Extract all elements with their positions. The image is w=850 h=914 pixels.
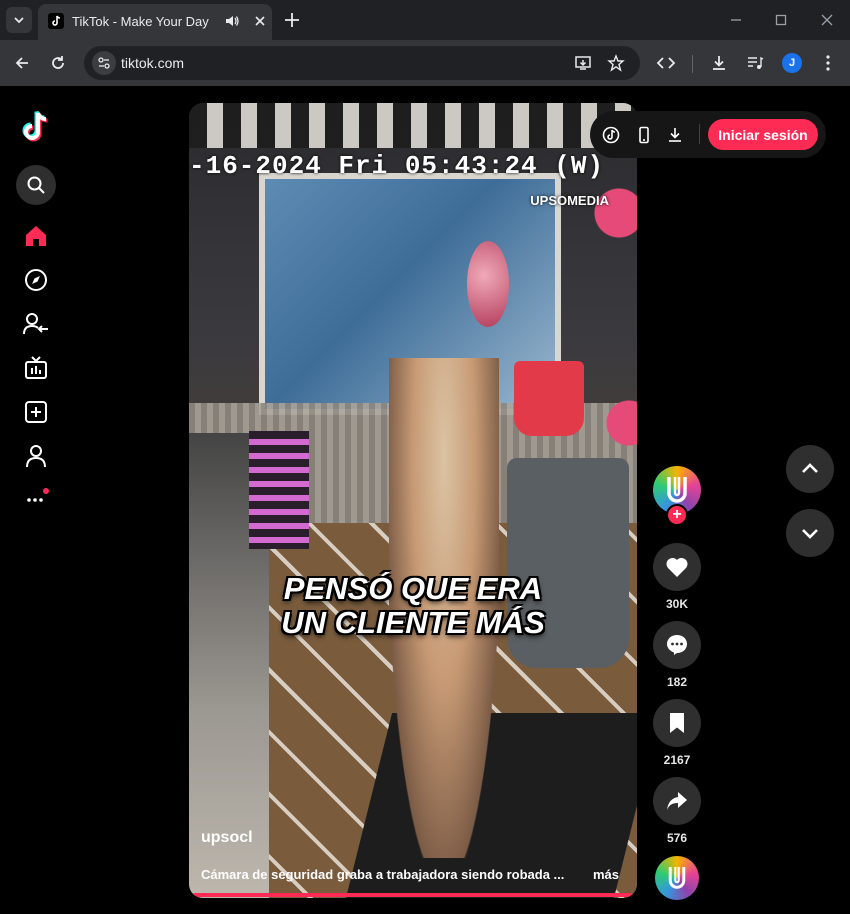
previous-video-button[interactable] (786, 445, 834, 493)
toolbar-divider (692, 55, 693, 73)
tiktok-logo-icon[interactable] (20, 110, 52, 142)
sidebar-item-home[interactable] (20, 220, 52, 252)
tiktok-sidebar (0, 86, 72, 914)
minimize-icon[interactable] (728, 12, 744, 28)
devtools-code-icon[interactable] (656, 54, 676, 72)
install-app-icon[interactable] (574, 54, 592, 72)
description-more-link[interactable]: más (593, 867, 619, 882)
comment-bubble-icon (667, 635, 687, 655)
like-button[interactable] (653, 543, 701, 591)
cctv-timestamp: -16-2024 Fri 05:43:24 (W) (189, 151, 605, 181)
search-icon (27, 176, 45, 194)
upload-plus-icon (25, 401, 47, 423)
close-tab-icon[interactable] (252, 13, 268, 29)
speaker-icon[interactable] (224, 13, 240, 29)
video-player[interactable]: -16-2024 Fri 05:43:24 (W) UPSOMEDIA PENS… (189, 103, 637, 898)
sidebar-item-explore[interactable] (20, 264, 52, 296)
sidebar-item-more[interactable] (20, 482, 52, 514)
like-count: 30K (665, 597, 688, 611)
video-caption-line1: PENSÓ QUE ERA (283, 571, 543, 606)
bookmark-icon (670, 713, 684, 733)
video-author[interactable]: upsocl (201, 829, 253, 847)
follow-plus-button[interactable]: + (666, 504, 688, 526)
maximize-icon[interactable] (773, 12, 789, 28)
reload-icon[interactable] (49, 54, 67, 72)
profile-avatar[interactable]: J (782, 53, 802, 73)
save-button[interactable] (653, 699, 701, 747)
kebab-menu-icon[interactable] (819, 54, 837, 72)
heart-icon (666, 557, 688, 577)
music-disc[interactable] (655, 856, 699, 900)
share-count: 576 (666, 831, 688, 845)
following-icon (23, 313, 48, 335)
tab-title: TikTok - Make Your Day (72, 14, 209, 29)
download-icon[interactable] (710, 54, 728, 72)
back-arrow-icon[interactable] (13, 54, 31, 72)
video-frame-scene (189, 103, 637, 148)
save-count: 2167 (663, 753, 691, 767)
address-bar[interactable]: tiktok.com (84, 46, 640, 80)
live-tv-icon (25, 356, 47, 379)
url-text[interactable]: tiktok.com (121, 55, 184, 71)
share-arrow-icon (667, 792, 687, 810)
new-tab-plus-icon[interactable] (282, 10, 302, 30)
search-button[interactable] (16, 165, 56, 205)
profile-icon (26, 445, 46, 468)
tiktok-app-icon[interactable] (602, 126, 620, 144)
controls-divider (699, 124, 700, 144)
bookmark-star-icon[interactable] (607, 54, 625, 72)
sidebar-item-profile[interactable] (20, 440, 52, 472)
chevron-down-icon (802, 529, 818, 539)
video-watermark: UPSOMEDIA (530, 193, 609, 208)
window-close-icon[interactable] (819, 12, 835, 28)
top-controls-bar: Iniciar sesión (590, 111, 826, 158)
browser-tab-strip: TikTok - Make Your Day (0, 0, 850, 40)
tiktok-favicon-icon (48, 13, 64, 29)
chevron-up-icon (802, 463, 818, 473)
video-description: Cámara de seguridad graba a trabajadora … (201, 867, 565, 882)
upso-logo-icon (667, 477, 687, 503)
download-app-icon[interactable] (666, 126, 684, 144)
home-icon (26, 226, 46, 246)
sidebar-item-following[interactable] (20, 308, 52, 340)
comment-button[interactable] (653, 621, 701, 669)
compass-icon (25, 269, 47, 291)
notification-dot (43, 488, 49, 494)
video-caption-line2: UN CLIENTE MÁS (281, 605, 545, 640)
browser-tab-tiktok[interactable]: TikTok - Make Your Day (38, 4, 272, 40)
chevron-down-icon (14, 17, 24, 24)
login-button[interactable]: Iniciar sesión (708, 119, 818, 150)
tab-search-button[interactable] (6, 7, 32, 33)
sidebar-item-live[interactable] (20, 352, 52, 384)
browser-toolbar: tiktok.com J (0, 40, 850, 86)
upso-disc-icon (668, 867, 686, 889)
sidebar-item-upload[interactable] (20, 396, 52, 428)
share-button[interactable] (653, 777, 701, 825)
video-progress-bar[interactable] (193, 893, 633, 897)
site-settings-icon[interactable] (92, 51, 116, 75)
comment-count: 182 (666, 675, 688, 689)
media-controls-icon[interactable] (746, 54, 764, 72)
mobile-device-icon[interactable] (635, 126, 653, 144)
next-video-button[interactable] (786, 509, 834, 557)
